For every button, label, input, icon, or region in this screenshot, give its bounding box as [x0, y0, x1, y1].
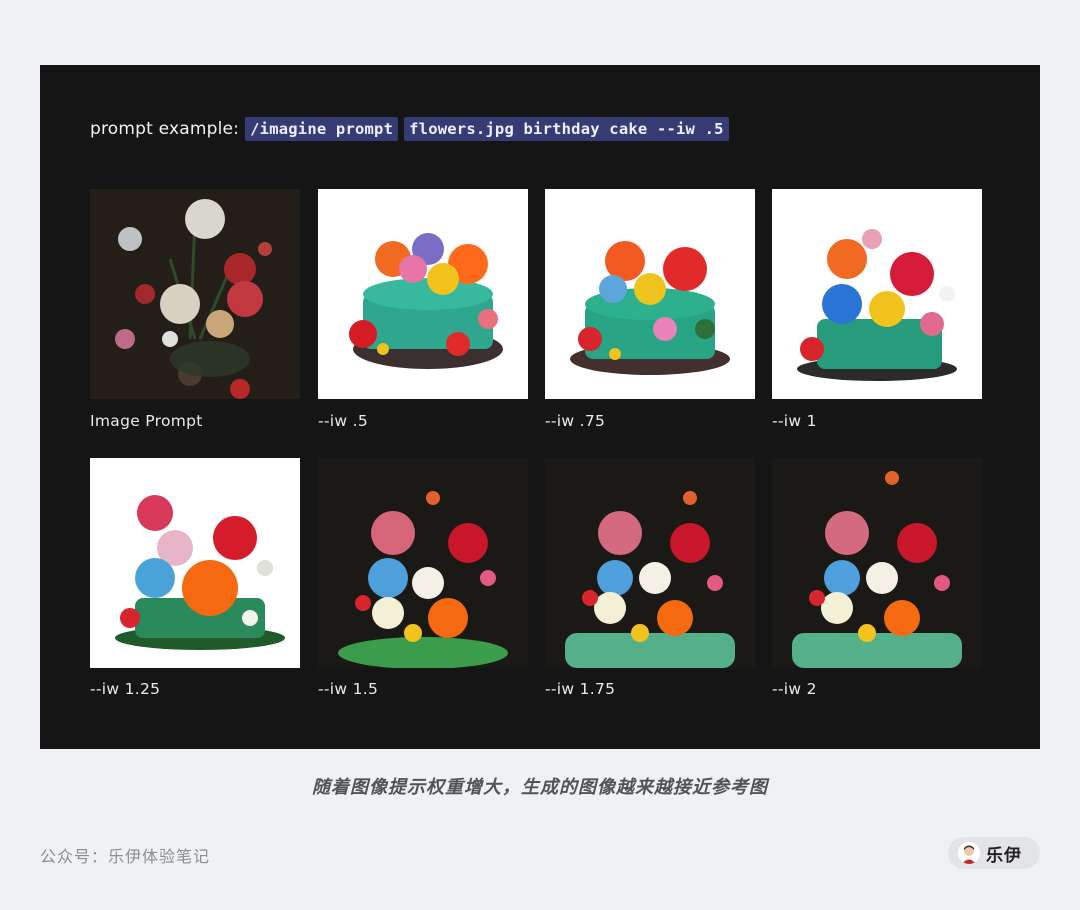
prompt-args-code: flowers.jpg birthday cake --iw .5 — [404, 117, 729, 141]
image-prompt-painting — [90, 189, 300, 399]
figure-caption: 随着图像提示权重增大，生成的图像越来越接近参考图 — [312, 777, 768, 798]
caption-iw-2: --iw 2 — [772, 680, 817, 698]
cake-iw-1 — [772, 189, 982, 399]
author-name: 乐伊 — [986, 845, 1022, 866]
prompt-label: prompt example: — [90, 119, 240, 139]
cake-image — [772, 458, 982, 668]
flower-painting-image — [90, 189, 300, 399]
cake-iw-1-5 — [318, 458, 528, 668]
caption-iw-0-5: --iw .5 — [318, 412, 368, 430]
cake-iw-0-5 — [318, 189, 528, 399]
account-name: 公众号：乐伊体验笔记 — [40, 847, 211, 866]
cake-iw-0-75 — [545, 189, 755, 399]
caption-image-prompt: Image Prompt — [90, 412, 203, 430]
cake-image — [90, 458, 300, 668]
cake-iw-1-25 — [90, 458, 300, 668]
cake-iw-2 — [772, 458, 982, 668]
caption-iw-0-75: --iw .75 — [545, 412, 606, 430]
cake-image — [772, 189, 982, 399]
avatar — [958, 842, 980, 864]
cake-iw-1-75 — [545, 458, 755, 668]
caption-iw-1: --iw 1 — [772, 412, 817, 430]
example-panel: prompt example: /imagine prompt flowers.… — [40, 65, 1040, 749]
author-badge[interactable]: 乐伊 — [948, 837, 1040, 869]
caption-iw-1-75: --iw 1.75 — [545, 680, 616, 698]
caption-iw-1-5: --iw 1.5 — [318, 680, 379, 698]
prompt-example: prompt example: /imagine prompt flowers.… — [90, 117, 729, 141]
cake-image — [318, 458, 528, 668]
cake-image — [318, 189, 528, 399]
prompt-command-code: /imagine prompt — [245, 117, 399, 141]
cake-image — [545, 458, 755, 668]
cake-image — [545, 189, 755, 399]
caption-iw-1-25: --iw 1.25 — [90, 680, 161, 698]
